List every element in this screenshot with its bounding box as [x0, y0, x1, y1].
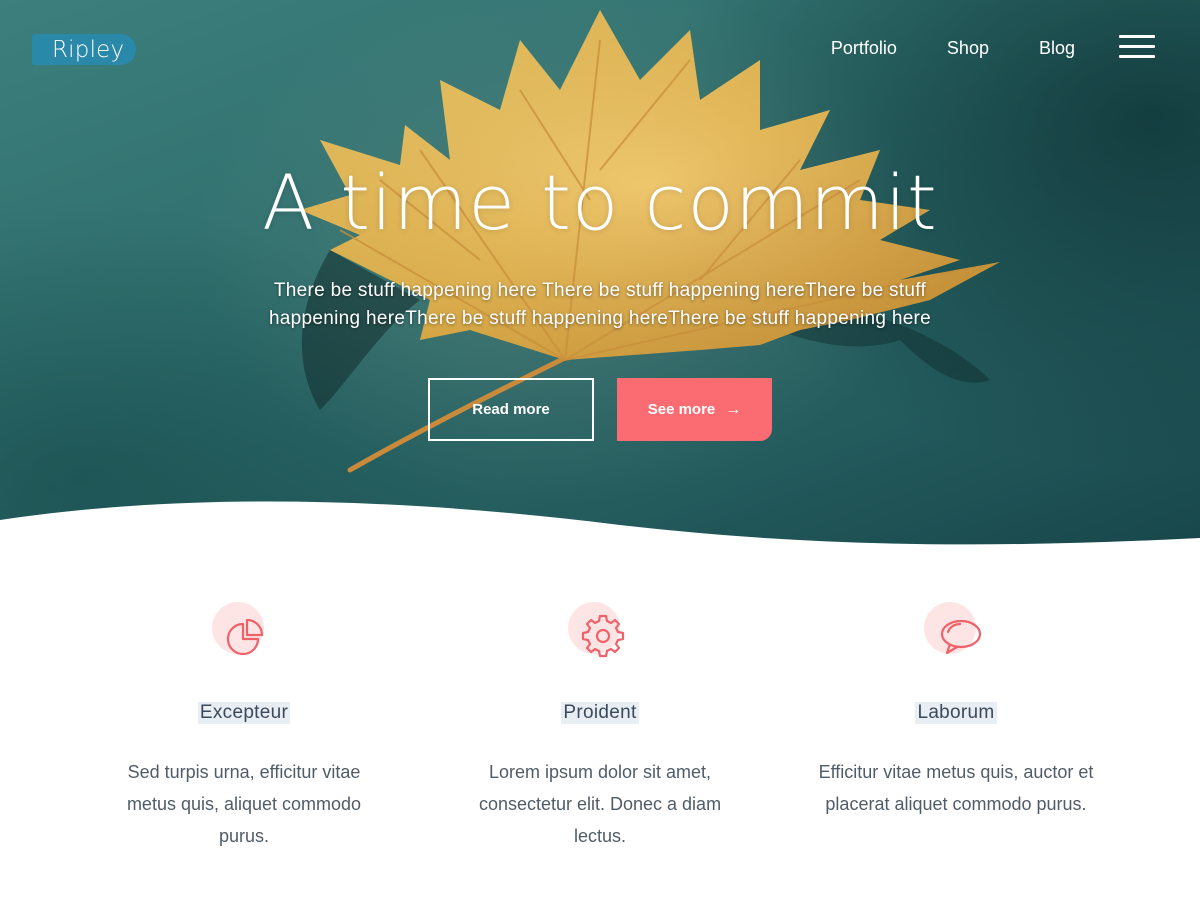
- hero-subtitle: There be stuff happening here There be s…: [268, 280, 932, 329]
- feature-card: Laborum Efficitur vitae metus quis, auct…: [806, 590, 1106, 820]
- feature-title: Laborum: [915, 702, 997, 724]
- main-nav: Portfolio Shop Blog: [831, 36, 1075, 60]
- see-more-button[interactable]: See more →: [617, 378, 772, 441]
- feature-description: Sed turpis urna, efficitur vitae metus q…: [126, 762, 362, 846]
- gear-icon: [568, 600, 632, 664]
- nav-link-portfolio[interactable]: Portfolio: [831, 36, 897, 60]
- brand-logo-text: Ripley: [52, 36, 125, 63]
- feature-title: Excepteur: [197, 702, 291, 724]
- pie-chart-icon: [212, 600, 276, 664]
- arrow-right-icon: →: [725, 400, 742, 418]
- brand-logo[interactable]: Ripley: [32, 34, 136, 65]
- feature-card: Excepteur Sed turpis urna, efficitur vit…: [94, 590, 394, 852]
- speech-bubble-icon: [924, 600, 988, 664]
- read-more-button[interactable]: Read more: [428, 378, 594, 441]
- nav-link-blog[interactable]: Blog: [1039, 36, 1075, 60]
- read-more-button-label: Read more: [472, 401, 550, 418]
- feature-description: Efficitur vitae metus quis, auctor et pl…: [818, 762, 1094, 814]
- features-section: Excepteur Sed turpis urna, efficitur vit…: [0, 590, 1200, 900]
- hamburger-menu-icon[interactable]: [1119, 35, 1155, 59]
- see-more-button-label: See more: [647, 401, 716, 418]
- hero-section: Ripley Portfolio Shop Blog A time to com…: [0, 0, 1200, 560]
- feature-description: Lorem ipsum dolor sit amet, consectetur …: [478, 762, 722, 846]
- nav-link-shop[interactable]: Shop: [947, 36, 989, 60]
- feature-title: Proident: [561, 702, 639, 724]
- hero-title: A time to commit: [262, 158, 938, 247]
- feature-card: Proident Lorem ipsum dolor sit amet, con…: [450, 590, 750, 852]
